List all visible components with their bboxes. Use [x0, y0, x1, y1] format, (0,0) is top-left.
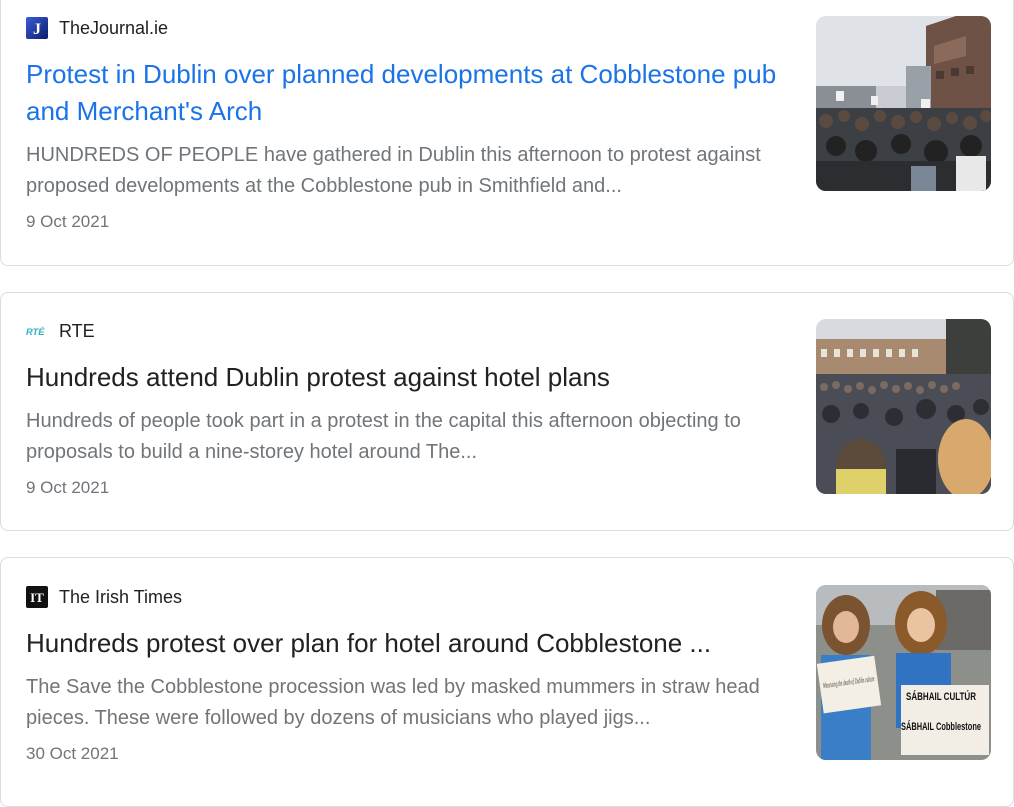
result-date: 9 Oct 2021: [26, 478, 110, 497]
irish-times-logo-icon: IT: [26, 586, 48, 608]
result-title-link[interactable]: Hundreds attend Dublin protest against h…: [26, 359, 796, 396]
result-title-link[interactable]: Protest in Dublin over planned developme…: [26, 56, 796, 130]
thejournal-logo-icon: J: [26, 17, 48, 39]
source-name: TheJournal.ie: [59, 17, 169, 38]
crowd-street-thumbnail[interactable]: [816, 16, 991, 191]
result-snippet: The Save the Cobblestone procession was …: [26, 676, 760, 729]
sign-text: SÁBHAIL CULTÚR: [906, 690, 976, 703]
result-date: 9 Oct 2021: [26, 212, 110, 231]
svg-text:IT: IT: [30, 590, 44, 605]
result-title-link[interactable]: Hundreds protest over plan for hotel aro…: [26, 625, 796, 662]
rte-logo-icon: RTÉ: [26, 320, 48, 342]
protesters-signs-thumbnail[interactable]: Witnessing the death of Dublin culture S…: [816, 585, 991, 760]
crowd-quays-thumbnail[interactable]: [816, 319, 991, 494]
svg-text:RTÉ: RTÉ: [26, 327, 45, 337]
source-name: RTE: [59, 320, 95, 341]
source-row[interactable]: J TheJournal.ie: [26, 16, 796, 40]
news-result-card[interactable]: J TheJournal.ie Protest in Dublin over p…: [0, 0, 1014, 266]
svg-text:J: J: [33, 21, 41, 38]
news-result-card[interactable]: IT The Irish Times Hundreds protest over…: [0, 557, 1014, 807]
source-name: The Irish Times: [59, 586, 183, 607]
news-result-card[interactable]: RTÉ RTE Hundreds attend Dublin protest a…: [0, 292, 1014, 531]
sign-text: SÁBHAIL Cobblestone: [901, 720, 981, 733]
result-snippet: Hundreds of people took part in a protes…: [26, 410, 741, 463]
source-row[interactable]: RTÉ RTE: [26, 319, 796, 343]
source-row[interactable]: IT The Irish Times: [26, 585, 796, 609]
result-date: 30 Oct 2021: [26, 744, 119, 763]
result-snippet: HUNDREDS OF PEOPLE have gathered in Dubl…: [26, 144, 761, 197]
